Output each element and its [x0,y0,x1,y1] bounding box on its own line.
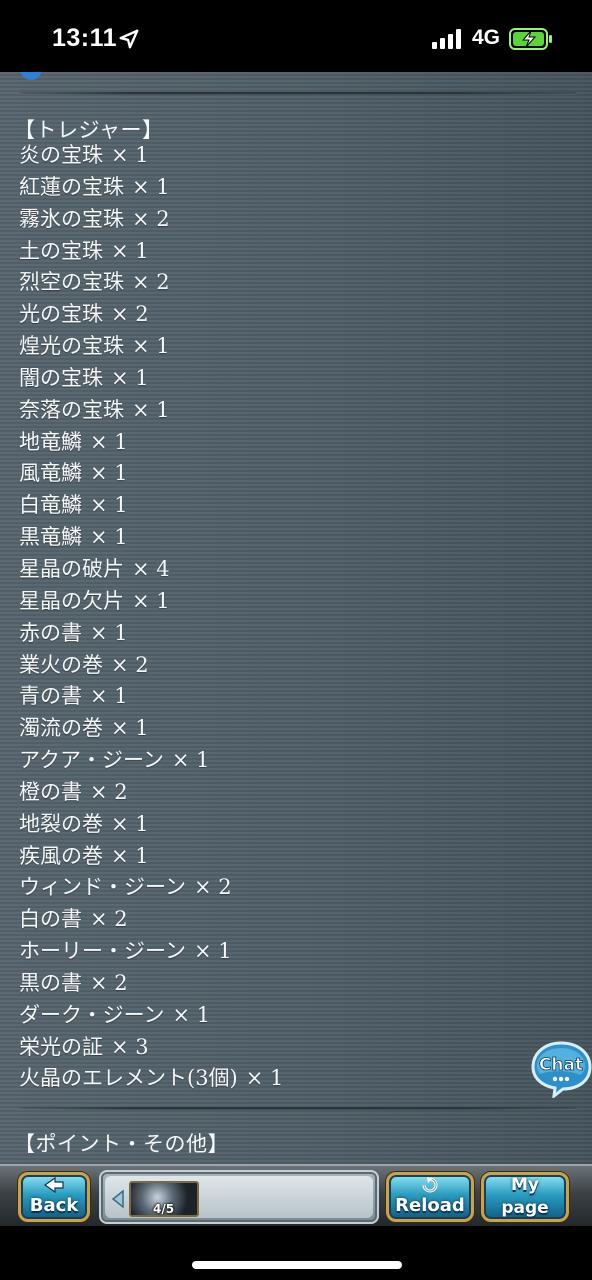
location-arrow-icon [119,29,139,49]
party-count: 4/5 [153,1202,175,1216]
list-item: 火晶のエレメント(3個) × 1 [19,1066,284,1091]
list-item: 業火の巻 × 2 [19,652,149,677]
treasure-list: 炎の宝珠 × 1 紅蓮の宝珠 × 1 霧氷の宝珠 × 2 土の宝珠 × 1 烈空の宝珠 ×… [19,140,519,1095]
party-thumbnail[interactable]: 4/5 [129,1181,199,1217]
section-divider [20,92,576,95]
reload-label: Reload [395,1195,465,1216]
network-type: 4G [472,26,501,49]
list-item: 風竜鱗 × 1 [19,461,128,486]
section-divider [20,1107,576,1110]
battery-charging-icon [509,28,552,50]
back-label: Back [29,1195,79,1216]
status-time: 13:11 [52,24,118,52]
list-item: 赤の書 × 1 [19,620,128,645]
list-item: ダーク・ジーン × 1 [19,1002,211,1027]
list-item: 烈空の宝珠 × 2 [19,270,170,295]
party-panel[interactable]: 4/5 [99,1170,379,1224]
list-item: アクア・ジーン × 1 [19,748,210,773]
list-item: 土の宝珠 × 1 [19,238,149,263]
list-item: 疾風の巻 × 1 [19,843,149,868]
home-indicator[interactable] [192,1261,402,1269]
loot-detail-page[interactable]: 【トレジャー】 炎の宝珠 × 1 紅蓮の宝珠 × 1 霧氷の宝珠 × 2 土の宝珠 × … [0,72,592,1164]
list-item: 光の宝珠 × 2 [19,302,149,327]
list-item: 霧氷の宝珠 × 2 [19,206,170,231]
list-item: 白竜鱗 × 1 [19,493,128,518]
list-item: 闇の宝珠 × 1 [19,365,149,390]
back-button[interactable]: Back [18,1172,90,1222]
reload-icon [422,1177,438,1193]
mypage-button[interactable]: My page [481,1172,569,1222]
list-item: 紅蓮の宝珠 × 1 [19,174,170,199]
points-section-title: 【ポイント・その他】 [14,1132,229,1156]
list-item: ホーリー・ジーン × 1 [19,939,232,964]
chat-label: Chat [539,1055,583,1075]
list-item: 星晶の欠片 × 1 [19,588,170,613]
mypage-label-top: My [511,1175,539,1195]
list-item: 黒の書 × 2 [19,970,128,995]
list-item: 橙の書 × 2 [19,779,128,804]
list-item: ウィンド・ジーン × 2 [19,875,232,900]
list-item: 栄光の証 × 3 [19,1034,149,1059]
home-indicator-area [0,1226,592,1280]
orb-icon [20,72,42,80]
mypage-label-bottom: page [501,1198,549,1218]
list-item: 濁流の巻 × 1 [19,716,149,741]
back-arrow-icon [43,1177,64,1193]
status-bar: 13:11 4G [0,0,592,72]
list-item: 青の書 × 1 [19,684,128,709]
bottom-nav: Back 4/5 Reload My page [0,1164,592,1226]
party-panel-inner: 4/5 [105,1176,373,1218]
list-item: 白の書 × 2 [19,907,128,932]
signal-bars-icon [432,29,461,49]
list-item: 奈落の宝珠 × 1 [19,397,170,422]
list-item: 炎の宝珠 × 1 [19,143,149,167]
list-item: 黒竜鱗 × 1 [19,525,128,550]
chat-button[interactable]: Chat [530,1040,592,1098]
list-item: 地裂の巻 × 1 [19,811,149,836]
reload-button[interactable]: Reload [386,1172,474,1222]
list-item: 地竜鱗 × 1 [19,429,128,454]
prev-arrow-icon[interactable] [111,1189,125,1209]
list-item: 星晶の破片 × 4 [19,556,170,581]
list-item: 煌光の宝珠 × 1 [19,334,170,359]
